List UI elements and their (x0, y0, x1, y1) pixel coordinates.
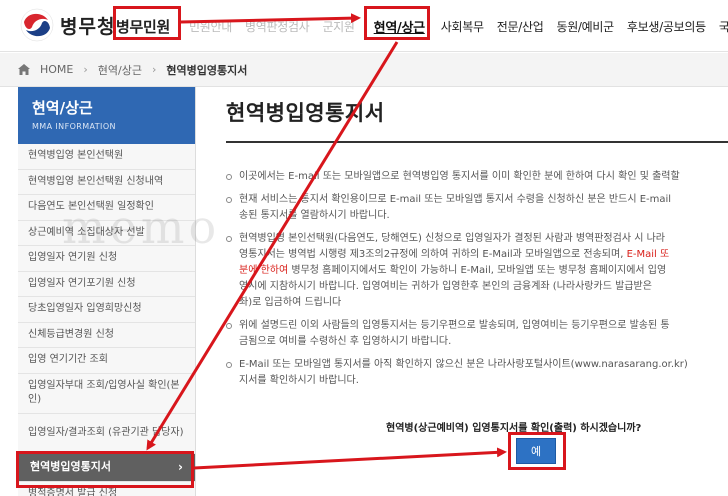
site-header: 병무청 병무민원 민원안내 병역판정검사 군지원 현역/상근 사회복무 전문/산업 동원/예비… (0, 0, 728, 52)
nav-item-0[interactable]: 병무민원 (112, 12, 174, 41)
sidebar-item-label: 상근예비역 소집대상자 선발 (28, 226, 145, 238)
sidebar-item-label: 입영일자 연기포기원 신청 (28, 277, 136, 289)
bullet-icon (226, 236, 232, 242)
notice-item: 현재 서비스는 통지서 확인용이므로 E-mail 또는 모바일앱 통지서 수령… (226, 192, 728, 224)
notice-text: 좌)로 입금하여 드립니다 (239, 297, 342, 308)
sidebar-item-label: 다음연도 본인선택원 일정확인 (28, 201, 154, 213)
confirm-question: 현역병(상근예비역) 입영통지서를 확인(출력) 하시겠습니까? (386, 423, 642, 434)
nav-item-6[interactable]: 전문/산업 (497, 18, 544, 35)
sidebar-item-label: 입영일자 연기원 신청 (28, 252, 118, 264)
chevron-right-icon: › (151, 63, 157, 76)
sidebar-item-5[interactable]: 입영일자 연기포기원 신청 (18, 272, 195, 297)
sidebar-item-label: 당초입영일자 입영희망신청 (28, 303, 142, 315)
sidebar-item-label: 입영일자부대 조회/입영사실 확인(본인) (28, 380, 180, 405)
sidebar-item-6[interactable]: 당초입영일자 입영희망신청 (18, 297, 195, 323)
sidebar-item-7[interactable]: 신체등급변경원 신청 (18, 323, 195, 348)
sidebar-item-label: 현역병입영 본인선택원 (28, 150, 124, 162)
nav-item-8[interactable]: 후보생/공보의등 (627, 18, 706, 35)
notice-line: 좌)로 입금하여 드립니다 (239, 295, 728, 311)
breadcrumb-home[interactable]: HOME (40, 63, 73, 76)
breadcrumb: HOME › 현역/상근 › 현역병입영통지서 (0, 53, 728, 87)
bullet-icon (226, 362, 232, 368)
sidebar-header: 현역/상근 MMA INFORMATION (18, 87, 195, 144)
nav-item-1[interactable]: 민원안내 (189, 18, 232, 35)
chevron-right-icon: › (83, 63, 88, 76)
sidebar-item-label: 병적증명서 발급 신청 (28, 487, 118, 496)
sidebar-item-0[interactable]: 현역병입영 본인선택원 (18, 144, 195, 170)
notice-line: 영시에 지참하시기 바랍니다. 입영여비는 귀하가 입영한후 본인의 금융계좌 … (239, 279, 728, 295)
site-logo-text[interactable]: 병무청 (60, 12, 115, 39)
main-content: 현역병입영통지서 이곳에서는 E-mail 또는 모바일앱으로 현역병입영 통지… (226, 97, 728, 464)
sidebar-item-3[interactable]: 상근예비역 소집대상자 선발 (18, 221, 195, 246)
bullet-icon (226, 174, 232, 180)
notice-text: 이곳에서는 E-mail 또는 모바일앱으로 현역병입영 통지서를 이미 확인한… (239, 171, 680, 182)
sidebar-item-8[interactable]: 입영 연기기간 조회 (18, 348, 195, 374)
notice-text: 금됨으로 여비를 수령하신 후 입영하시기 바랍니다. (239, 336, 452, 347)
notice-line: 영통지서는 병역법 시행령 제3조의2규정에 의하여 귀하의 E-Mail과 모… (239, 247, 728, 263)
nav-item-5[interactable]: 사회복무 (441, 18, 484, 35)
mma-logo-icon[interactable] (20, 8, 54, 42)
sidebar-item-9[interactable]: 입영일자부대 조회/입영사실 확인(본인) (18, 374, 195, 414)
notice-line: 이곳에서는 E-mail 또는 모바일앱으로 현역병입영 통지서를 이미 확인한… (239, 169, 728, 185)
notice-line: 지서를 확인하시기 바랍니다. (239, 373, 728, 389)
title-divider (226, 141, 728, 143)
notice-line: 송된 통지서를 열람하시기 바랍니다. (239, 208, 728, 224)
sidebar-item-4[interactable]: 입영일자 연기원 신청 (18, 246, 195, 272)
notice-text: 현재 서비스는 통지서 확인용이므로 E-mail 또는 모바일앱 통지서 수령… (239, 194, 672, 205)
page-title: 현역병입영통지서 (226, 101, 385, 125)
notice-text: E-Mail 또는 모바일앱 통지서를 아직 확인하지 않으신 분은 나라사랑포… (239, 359, 688, 370)
notice-line: 금됨으로 여비를 수령하신 후 입영하시기 바랍니다. (239, 334, 728, 350)
breadcrumb-level1[interactable]: 현역/상근 (98, 62, 142, 78)
sidebar-item-label: 입영일자/결과조회 (유관기관 담당자) (28, 427, 184, 438)
notice-text: 지서를 확인하시기 바랍니다. (239, 375, 359, 386)
sidebar-item-label: 입영 연기기간 조회 (28, 354, 108, 366)
chevron-right-icon: › (178, 460, 183, 474)
sidebar-item-active[interactable]: 현역병입영통지서 › (18, 453, 195, 482)
notice-line: E-Mail 또는 모바일앱 통지서를 아직 확인하지 않으신 분은 나라사랑포… (239, 357, 728, 373)
notice-item: 위에 설명드린 이외 사람들의 입영통지서는 등기우편으로 발송되며, 입영여비… (226, 318, 728, 350)
nav-item-3[interactable]: 군지원 (322, 18, 355, 35)
sidebar-item-10[interactable]: 입영일자/결과조회 (유관기관 담당자) (18, 414, 195, 454)
sidebar-item-label: 현역병입영통지서 (30, 460, 111, 473)
notice-text: 송된 통지서를 열람하시기 바랍니다. (239, 210, 390, 221)
arrow-to-yes-button (193, 447, 507, 470)
nav-item-2[interactable]: 병역판정검사 (245, 18, 310, 35)
sidebar-title: 현역/상근 (32, 99, 93, 117)
notice-line: 분에 한하여 병무청 홈페이지에서도 확인이 가능하니 E-Mail, 모바일앱… (239, 263, 728, 279)
global-nav: 병무민원 민원안내 병역판정검사 군지원 현역/상근 사회복무 전문/산업 동원/예비군 후보생… (112, 0, 728, 52)
notice-line: 현역병입영 본인선택원(다음연도, 당해연도) 신청으로 입영일자가 결정된 사… (239, 231, 728, 247)
notice-item: 이곳에서는 E-mail 또는 모바일앱으로 현역병입영 통지서를 이미 확인한… (226, 169, 728, 185)
notice-list: 이곳에서는 E-mail 또는 모바일앱으로 현역병입영 통지서를 이미 확인한… (226, 169, 728, 396)
sidebar-menu: 현역병입영 본인선택원현역병입영 본인선택원 신청내역다음연도 본인선택원 일정… (18, 144, 195, 496)
nav-item-4[interactable]: 현역/상근 (368, 13, 431, 40)
bullet-icon (226, 197, 232, 203)
sidebar-item-1[interactable]: 현역병입영 본인선택원 신청내역 (18, 170, 195, 195)
bullet-icon (226, 323, 232, 329)
nav-item-7[interactable]: 동원/예비군 (556, 18, 614, 35)
notice-emphasis: 분에 한하여 (239, 265, 289, 276)
nav-item-9[interactable]: 국외 (719, 18, 728, 35)
yes-button[interactable]: 예 (516, 438, 556, 464)
home-icon[interactable] (18, 64, 30, 75)
notice-text: 병무청 홈페이지에서도 확인이 가능하니 E-Mail, 모바일앱 또는 병무청… (288, 265, 667, 276)
notice-emphasis: E-Mail 또 (626, 249, 670, 260)
notice-line: 현재 서비스는 통지서 확인용이므로 E-mail 또는 모바일앱 통지서 수령… (239, 192, 728, 208)
notice-text: 현역병입영 본인선택원(다음연도, 당해연도) 신청으로 입영일자가 결정된 사… (239, 233, 665, 244)
sidebar-item-2[interactable]: 다음연도 본인선택원 일정확인 (18, 195, 195, 221)
notice-text: 영시에 지참하시기 바랍니다. 입영여비는 귀하가 입영한후 본인의 금융계좌 … (239, 281, 652, 292)
notice-item: E-Mail 또는 모바일앱 통지서를 아직 확인하지 않으신 분은 나라사랑포… (226, 357, 728, 389)
notice-line: 위에 설명드린 이외 사람들의 입영통지서는 등기우편으로 발송되며, 입영여비… (239, 318, 728, 334)
breadcrumb-current: 현역병입영통지서 (166, 63, 248, 77)
sidebar-item-label: 현역병입영 본인선택원 신청내역 (28, 175, 164, 187)
notice-text: 위에 설명드린 이외 사람들의 입영통지서는 등기우편으로 발송되며, 입영여비… (239, 320, 670, 331)
notice-text: 영통지서는 병역법 시행령 제3조의2규정에 의하여 귀하의 E-Mail과 모… (239, 249, 627, 260)
sidebar-item-label: 신체등급변경원 신청 (28, 328, 114, 340)
sidebar-item-12[interactable]: 병적증명서 발급 신청 (18, 482, 195, 496)
sidebar-subtitle: MMA INFORMATION (32, 122, 116, 131)
sidebar: 현역/상근 MMA INFORMATION 현역병입영 본인선택원 현역병입영 본… (18, 87, 196, 496)
notice-item: 현역병입영 본인선택원(다음연도, 당해연도) 신청으로 입영일자가 결정된 사… (226, 231, 728, 311)
